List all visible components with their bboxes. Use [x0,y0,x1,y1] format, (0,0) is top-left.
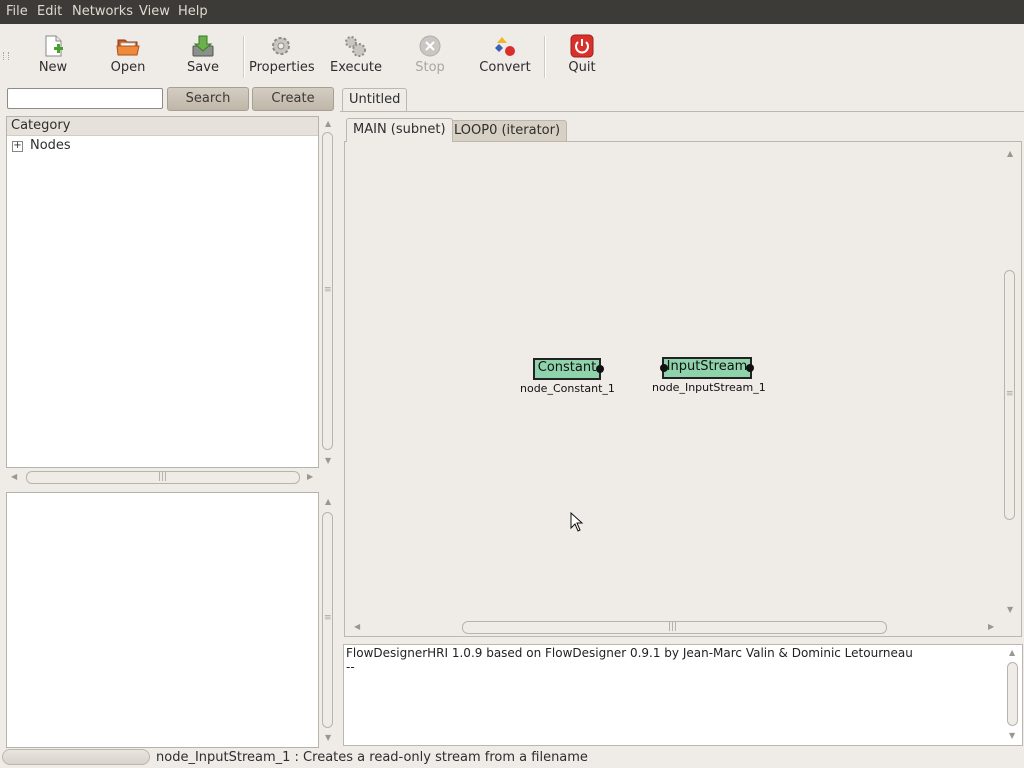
scroll-right-arrow[interactable]: ▶ [988,623,994,631]
node-inputstream[interactable]: InputStream [662,357,752,379]
new-button[interactable]: New [33,34,73,75]
convert-label: Convert [479,60,531,75]
scroll-left-arrow[interactable]: ◀ [11,473,17,481]
save-label: Save [187,60,219,75]
canvas-vertical-scrollbar[interactable]: ▲ ≡ ▼ [1003,148,1017,618]
scroll-up-arrow[interactable]: ▲ [325,498,331,506]
scroll-grip: ||| [158,472,168,482]
menu-file[interactable]: File [6,4,28,19]
toolbar-separator [544,36,546,78]
info-vertical-scrollbar[interactable]: ▲ ≡ ▼ [321,494,335,746]
output-port[interactable] [746,364,754,372]
convert-button[interactable]: Convert [478,34,532,75]
toolbar-grip[interactable] [3,52,9,60]
tab-loop0-iterator[interactable]: LOOP0 (iterator) [447,120,568,141]
gears-icon [345,36,366,57]
log-vertical-scroll-thumb[interactable] [1007,662,1018,726]
node-constant[interactable]: Constant [533,358,601,380]
execute-label: Execute [330,60,382,75]
menu-bar: File Edit Networks View Help [0,0,1024,24]
scroll-up-arrow[interactable]: ▲ [1009,649,1015,657]
quit-label: Quit [568,60,596,75]
node-inputstream-type: InputStream [666,359,748,374]
tab-main-subnet[interactable]: MAIN (subnet) [346,118,453,142]
node-constant-name: node_Constant_1 [520,382,615,395]
log-vertical-scrollbar[interactable]: ▲ ▼ [1006,646,1020,744]
category-column-header[interactable]: Category [7,117,318,136]
status-message: node_InputStream_1 : Creates a read-only… [156,750,588,765]
properties-label: Properties [249,60,315,75]
category-tree[interactable]: Category + Nodes [6,116,319,468]
scroll-grip: ≡ [324,613,332,623]
document-tab-untitled[interactable]: Untitled [342,88,408,112]
menu-networks[interactable]: Networks [72,4,133,19]
scroll-down-arrow[interactable]: ▼ [1009,732,1015,740]
expand-icon[interactable]: + [12,141,23,152]
search-button[interactable]: Search [167,87,249,111]
save-button[interactable]: Save [183,34,223,75]
save-download-icon [192,35,214,57]
scroll-down-arrow[interactable]: ▼ [325,734,331,742]
scroll-grip: ≡ [324,285,332,295]
node-inputstream-name: node_InputStream_1 [652,381,766,394]
scroll-down-arrow[interactable]: ▼ [325,457,331,465]
progress-bar [2,749,150,765]
canvas-horizontal-scrollbar[interactable]: ◀ ||| ▶ [350,620,1000,634]
tab-divider [340,111,1024,112]
folder-open-icon [116,39,140,56]
log-output[interactable]: FlowDesignerHRI 1.0.9 based on FlowDesig… [343,644,1023,746]
network-canvas[interactable]: Constant node_Constant_1 InputStream nod… [344,141,1022,637]
tree-item-nodes[interactable]: Nodes [30,138,71,153]
stop-button[interactable]: Stop [410,34,450,75]
open-button[interactable]: Open [108,34,148,75]
gear-icon [272,37,290,55]
scroll-right-arrow[interactable]: ▶ [307,473,313,481]
node-constant-type: Constant [537,360,597,375]
mouse-cursor-icon [570,512,584,532]
log-line: -- [346,660,355,674]
scroll-grip: ≡ [1006,389,1014,399]
toolbar-separator [243,36,245,78]
convert-shapes-icon [495,37,515,56]
input-port[interactable] [660,364,668,372]
create-button[interactable]: Create [252,87,334,111]
output-port[interactable] [596,365,604,373]
power-icon [570,34,594,58]
new-label: New [38,60,68,75]
new-document-icon [45,35,63,57]
menu-view[interactable]: View [139,4,170,19]
stop-label: Stop [415,60,445,75]
tree-vertical-scrollbar[interactable]: ▲ ≡ ▼ [321,116,335,468]
menu-help[interactable]: Help [178,4,208,19]
scroll-grip: ||| [668,622,678,632]
stop-icon [419,35,441,57]
toolbar: New Open Save Properties Execute Stop Co… [0,24,1024,84]
log-line: FlowDesignerHRI 1.0.9 based on FlowDesig… [346,646,913,660]
properties-button[interactable]: Properties [249,34,315,75]
menu-edit[interactable]: Edit [37,4,62,19]
search-input[interactable] [7,88,163,109]
quit-button[interactable]: Quit [562,34,602,75]
scroll-left-arrow[interactable]: ◀ [354,623,360,631]
scroll-down-arrow[interactable]: ▼ [1007,606,1013,614]
node-info-panel [6,492,319,748]
open-label: Open [110,60,146,75]
execute-button[interactable]: Execute [330,34,382,75]
scroll-up-arrow[interactable]: ▲ [325,120,331,128]
scroll-up-arrow[interactable]: ▲ [1007,150,1013,158]
tree-horizontal-scrollbar[interactable]: ◀ ||| ▶ [6,470,319,484]
